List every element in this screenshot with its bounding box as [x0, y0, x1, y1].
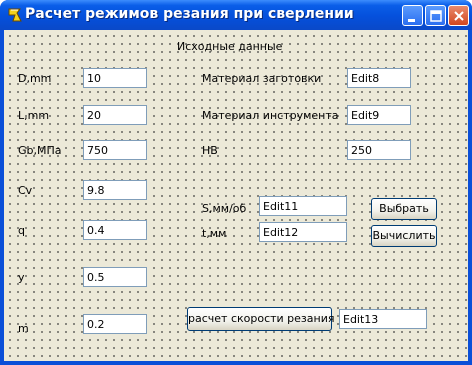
- param-input-gb[interactable]: [83, 140, 147, 160]
- feed-label: S,мм/об: [202, 202, 247, 215]
- param-label-m: m: [18, 322, 29, 335]
- close-icon: [454, 11, 464, 21]
- material-tool-input[interactable]: [347, 105, 411, 125]
- param-input-d[interactable]: [83, 68, 147, 88]
- minimize-icon: [408, 19, 415, 22]
- param-label-gb: Gb,МПа: [18, 144, 62, 157]
- param-input-q[interactable]: [83, 220, 147, 240]
- speed-calc-button[interactable]: расчет скорости резания: [187, 307, 334, 331]
- param-label-y: y: [18, 271, 25, 284]
- param-label-d: D,mm: [18, 72, 52, 85]
- hb-input[interactable]: [347, 140, 411, 160]
- calculate-button[interactable]: Вычислить: [371, 225, 437, 247]
- app-window: Расчет режимов резания при сверлении Исх…: [0, 0, 472, 365]
- select-button[interactable]: Выбрать: [371, 198, 437, 220]
- hb-label: HB: [202, 144, 218, 157]
- param-input-m[interactable]: [83, 314, 147, 334]
- form-client-area: Исходные данные D,mm L,mm Gb,МПа Cv q y …: [4, 30, 468, 361]
- title-bar[interactable]: Расчет режимов резания при сверлении: [0, 0, 472, 30]
- maximize-button[interactable]: [425, 5, 446, 26]
- param-input-cv[interactable]: [83, 180, 147, 200]
- param-label-q: q: [18, 224, 25, 237]
- material-workpiece-input[interactable]: [347, 68, 411, 88]
- param-label-cv: Cv: [18, 184, 33, 197]
- time-label: t,мм: [202, 227, 227, 240]
- speed-result-input[interactable]: [339, 309, 427, 329]
- close-button[interactable]: [448, 5, 469, 26]
- delphi-app-icon: [8, 8, 22, 22]
- section-header: Исходные данные: [177, 40, 283, 53]
- material-tool-label: Материал инструмента: [202, 109, 339, 122]
- time-input[interactable]: [259, 222, 347, 242]
- param-input-l[interactable]: [83, 105, 147, 125]
- maximize-icon: [430, 10, 442, 22]
- window-title: Расчет режимов резания при сверлении: [25, 6, 354, 22]
- param-label-l: L,mm: [18, 109, 50, 122]
- minimize-button[interactable]: [402, 5, 423, 26]
- feed-input[interactable]: [259, 196, 347, 216]
- param-input-y[interactable]: [83, 267, 147, 287]
- material-workpiece-label: Материал заготовки: [202, 72, 322, 85]
